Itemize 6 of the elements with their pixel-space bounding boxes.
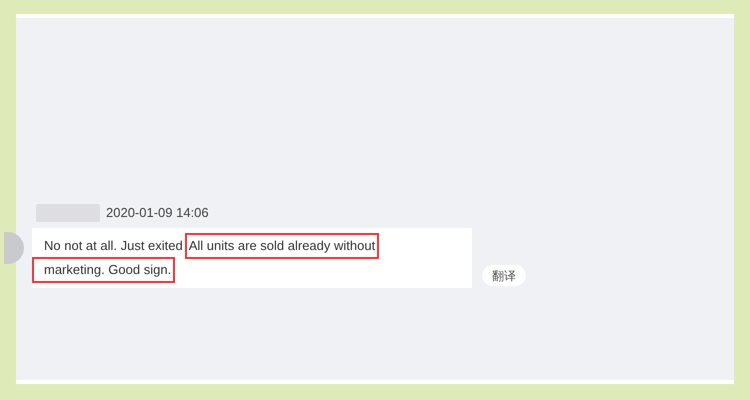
highlighted-text: All units are sold already without (184, 233, 380, 259)
timestamp: 2020-01-09 14:06 (106, 204, 209, 222)
highlighted-text: marketing. Good sign. (32, 257, 176, 283)
message-text: No not at all. Just exited (44, 237, 183, 256)
translate-button[interactable]: 翻译 (482, 265, 526, 286)
avatar (4, 232, 24, 264)
